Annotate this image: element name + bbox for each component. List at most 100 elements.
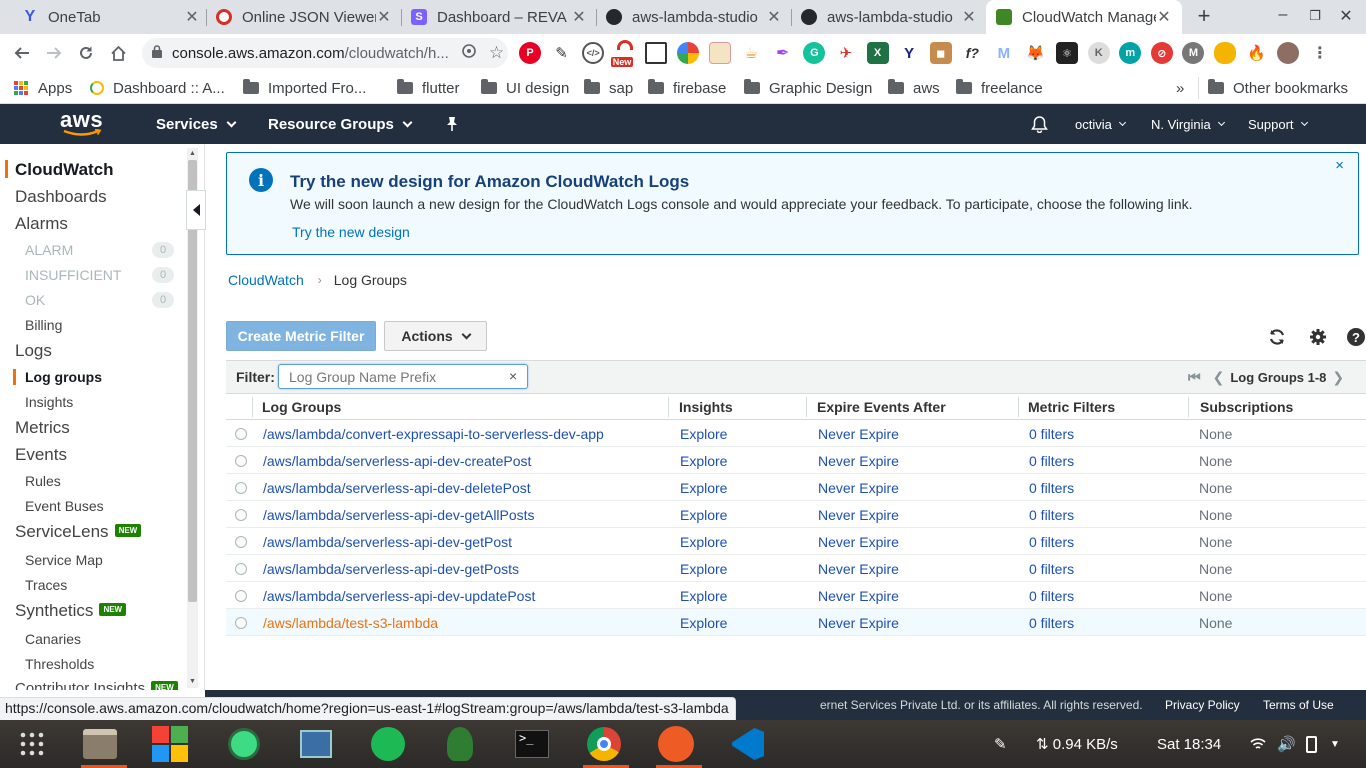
pen-tray-icon[interactable]: ✎ xyxy=(994,720,1007,768)
close-tab-icon[interactable]: ✕ xyxy=(961,7,977,27)
restore-icon[interactable]: ❐ xyxy=(1305,8,1325,24)
new-tab-button[interactable]: + xyxy=(1193,5,1215,27)
explore-insights-link[interactable]: Explore xyxy=(680,615,727,631)
metric-filters-link[interactable]: 0 filters xyxy=(1029,453,1074,469)
files-app-icon[interactable] xyxy=(82,726,118,762)
feather-icon[interactable]: ✒ xyxy=(771,42,794,64)
browser-tab-onetab[interactable]: Y OneTab ✕ xyxy=(12,0,210,34)
sidebar-item-billing[interactable]: Billing xyxy=(25,317,62,333)
adblock-icon[interactable]: ⊘ xyxy=(1150,42,1173,64)
grammarly-icon[interactable]: G xyxy=(803,42,826,64)
bookmarks-overflow[interactable]: » xyxy=(1176,77,1184,99)
refresh-icon[interactable] xyxy=(1267,327,1287,347)
support-menu[interactable]: Support xyxy=(1248,104,1308,144)
metric-filters-link[interactable]: 0 filters xyxy=(1029,534,1074,550)
row-select-radio[interactable] xyxy=(235,428,247,440)
android-studio-icon[interactable] xyxy=(226,726,262,762)
sidebar-item-synthetics[interactable]: Synthetics NEW xyxy=(15,601,127,621)
fire-icon[interactable]: 🔥 xyxy=(1245,42,1268,64)
bookmark-graphic-design[interactable]: Graphic Design xyxy=(744,77,872,99)
column-header-insights[interactable]: Insights xyxy=(679,399,733,415)
privacy-policy-link[interactable]: Privacy Policy xyxy=(1165,698,1240,712)
expire-events-link[interactable]: Never Expire xyxy=(818,453,899,469)
browser-tab-json-viewer[interactable]: Online JSON Viewer ✕ xyxy=(206,0,402,34)
account-menu[interactable]: octivia xyxy=(1075,104,1126,144)
table-row[interactable]: /aws/lambda/serverless-api-dev-createPos… xyxy=(226,447,1366,474)
browser-tab-dashboard[interactable]: S Dashboard – REVA ✕ xyxy=(401,0,597,34)
address-bar[interactable]: console.aws.amazon.com/cloudwatch/h... ☆ xyxy=(142,38,508,68)
scroll-up-arrow-icon[interactable]: ▲ xyxy=(189,150,196,157)
terminal-icon[interactable]: >_ xyxy=(514,726,550,762)
first-page-icon[interactable]: ⏮ xyxy=(1188,369,1201,386)
table-row[interactable]: /aws/lambda/convert-expressapi-to-server… xyxy=(226,420,1366,447)
box-extension-icon[interactable]: ◼ xyxy=(929,42,952,64)
explore-insights-link[interactable]: Explore xyxy=(680,426,727,442)
log-group-link[interactable]: /aws/lambda/test-s3-lambda xyxy=(263,615,438,631)
clock[interactable]: Sat 18:34 xyxy=(1157,720,1221,768)
explore-insights-link[interactable]: Explore xyxy=(680,453,727,469)
log-group-link[interactable]: /aws/lambda/convert-expressapi-to-server… xyxy=(263,426,604,442)
explore-insights-link[interactable]: Explore xyxy=(680,480,727,496)
screenshot-icon[interactable] xyxy=(645,42,668,64)
sidebar-item-servicelens[interactable]: ServiceLens NEW xyxy=(15,522,142,542)
java-icon[interactable]: ☕ xyxy=(740,42,763,64)
bookmark-imported[interactable]: Imported Fro... xyxy=(243,77,366,99)
resource-groups-menu[interactable]: Resource Groups xyxy=(268,104,413,144)
pinterest-icon[interactable]: P xyxy=(519,42,541,64)
sidebar-item-alarm[interactable]: ALARM xyxy=(25,242,73,258)
row-select-radio[interactable] xyxy=(235,455,247,467)
close-tab-icon[interactable]: ✕ xyxy=(1156,7,1172,27)
bell-icon[interactable] xyxy=(1031,104,1048,144)
new-extension-icon[interactable]: New xyxy=(610,40,636,67)
bookmark-firebase[interactable]: firebase xyxy=(648,77,726,99)
pen-tool-icon[interactable]: ✎ xyxy=(550,42,573,64)
row-select-radio[interactable] xyxy=(235,563,247,575)
clear-filter-icon[interactable]: × xyxy=(509,368,517,384)
row-select-radio[interactable] xyxy=(235,509,247,521)
forward-icon[interactable] xyxy=(42,41,66,65)
sidebar-item-dashboards[interactable]: Dashboards xyxy=(15,187,107,207)
chrome-icon[interactable] xyxy=(586,726,622,762)
close-window-icon[interactable]: ✕ xyxy=(1336,6,1356,26)
battery-icon[interactable] xyxy=(1306,720,1317,768)
close-tab-icon[interactable]: ✕ xyxy=(376,7,392,27)
explore-insights-link[interactable]: Explore xyxy=(680,561,727,577)
m-circle-icon[interactable]: m xyxy=(1119,42,1142,64)
row-select-radio[interactable] xyxy=(235,482,247,494)
rocket-app-icon[interactable] xyxy=(442,726,478,762)
sidebar-item-ok[interactable]: OK xyxy=(25,292,45,308)
try-new-design-link[interactable]: Try the new design xyxy=(292,224,410,240)
services-menu[interactable]: Services xyxy=(156,104,237,144)
browser-tab-github-1[interactable]: aws-lambda-studio ✕ xyxy=(596,0,792,34)
metric-filters-link[interactable]: 0 filters xyxy=(1029,426,1074,442)
table-row[interactable]: /aws/lambda/serverless-api-dev-getPosts E… xyxy=(226,555,1366,582)
window-resizer-icon[interactable] xyxy=(708,42,731,64)
system-menu-chevron-icon[interactable]: ▼ xyxy=(1330,720,1340,768)
bookmark-freelance[interactable]: freelance xyxy=(956,77,1043,99)
explore-insights-link[interactable]: Explore xyxy=(680,507,727,523)
k-extension-icon[interactable]: K xyxy=(1087,42,1110,64)
settings-gear-icon[interactable] xyxy=(1308,327,1328,347)
postman-icon[interactable] xyxy=(658,726,694,762)
expire-events-link[interactable]: Never Expire xyxy=(818,507,899,523)
m-gray-icon[interactable]: M xyxy=(1182,42,1205,64)
home-icon[interactable] xyxy=(106,41,130,65)
sidebar-item-alarms[interactable]: Alarms xyxy=(15,214,68,234)
sidebar-item-events[interactable]: Events xyxy=(15,445,67,465)
log-group-link[interactable]: /aws/lambda/serverless-api-dev-updatePos… xyxy=(263,588,535,604)
close-tab-icon[interactable]: ✕ xyxy=(571,7,587,27)
table-row[interactable]: /aws/lambda/serverless-api-dev-getPost Ex… xyxy=(226,528,1366,555)
back-icon[interactable] xyxy=(10,41,34,65)
help-icon[interactable]: ? xyxy=(1346,327,1366,347)
react-devtools-icon[interactable]: ⚛ xyxy=(1056,42,1079,64)
spotify-icon[interactable] xyxy=(370,726,406,762)
sidebar-item-metrics[interactable]: Metrics xyxy=(15,418,70,438)
expire-events-link[interactable]: Never Expire xyxy=(818,588,899,604)
bookmark-dashboard[interactable]: Dashboard :: A... xyxy=(90,77,225,99)
minimize-icon[interactable]: – xyxy=(1273,6,1293,24)
pushpin-icon[interactable] xyxy=(445,104,459,144)
log-group-link[interactable]: /aws/lambda/serverless-api-dev-deletePos… xyxy=(263,480,531,496)
previous-page-icon[interactable]: ❮ xyxy=(1213,369,1225,386)
explore-insights-link[interactable]: Explore xyxy=(680,534,727,550)
vscode-icon[interactable] xyxy=(730,726,766,762)
